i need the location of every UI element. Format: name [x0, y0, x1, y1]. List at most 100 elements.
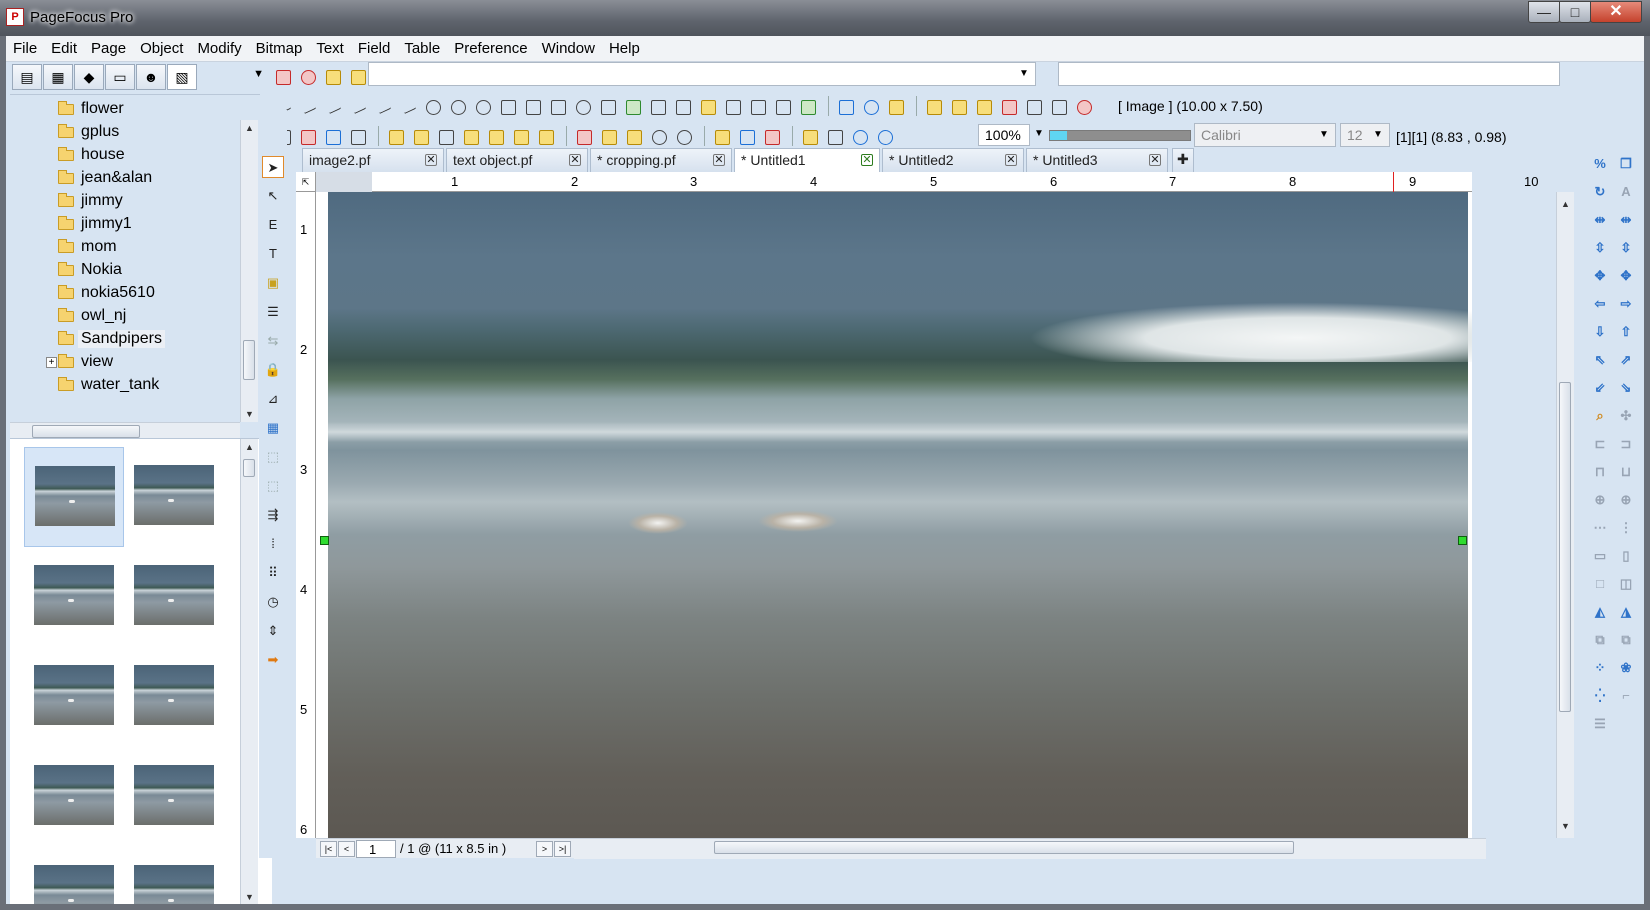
percent-icon[interactable]: %: [1590, 154, 1610, 174]
thumbnail[interactable]: [124, 747, 224, 847]
shape-icon[interactable]: ❀: [1616, 658, 1636, 678]
arrow-right-icon[interactable]: ➡: [262, 649, 284, 671]
barcode-icon[interactable]: [747, 96, 768, 117]
resize-handle-left[interactable]: [320, 536, 329, 545]
palette-icon[interactable]: [1073, 96, 1094, 117]
maximize-button[interactable]: □: [1559, 1, 1591, 23]
font-name-combobox[interactable]: Calibri ▼: [1194, 123, 1336, 147]
close-tab-icon[interactable]: ✕: [1149, 154, 1161, 166]
tab-image2[interactable]: image2.pf ✕: [302, 148, 444, 172]
edit-text-icon[interactable]: E: [262, 214, 284, 236]
menu-help[interactable]: Help: [602, 36, 647, 62]
thumbnail[interactable]: [124, 547, 224, 647]
scroll-up-icon[interactable]: ▲: [241, 120, 258, 136]
thumbnail[interactable]: [24, 547, 124, 647]
panel-tab-gem[interactable]: ◆: [74, 64, 104, 90]
path-combobox[interactable]: ▼: [368, 62, 1036, 86]
fill-icon[interactable]: [885, 96, 906, 117]
last-page-icon[interactable]: [535, 126, 556, 147]
flag-icon[interactable]: [711, 126, 732, 147]
scroll-up-icon[interactable]: ▲: [241, 439, 258, 455]
canvas-hscrollbar[interactable]: [574, 839, 1486, 859]
chevron-down-icon[interactable]: ▼: [1015, 65, 1033, 83]
menu-window[interactable]: Window: [535, 36, 602, 62]
field-tool-icon[interactable]: [672, 96, 693, 117]
tab-untitled3[interactable]: * Untitled3 ✕: [1026, 148, 1168, 172]
undo-icon[interactable]: [648, 126, 669, 147]
close-tab-icon[interactable]: ✕: [569, 154, 581, 166]
flip-h-icon[interactable]: ⇹: [1590, 210, 1610, 230]
favorite-icon[interactable]: [297, 66, 318, 87]
zoom-in-icon[interactable]: [849, 126, 870, 147]
tree-item[interactable]: owl_nj: [58, 304, 126, 328]
duplicate-icon[interactable]: ❐: [1616, 154, 1636, 174]
panel-menu-arrow[interactable]: ▼: [253, 68, 264, 80]
move-icon[interactable]: ✥: [1616, 266, 1636, 286]
thumbnail[interactable]: [24, 847, 124, 904]
panel-tab-grid[interactable]: ▦: [43, 64, 73, 90]
measure-icon[interactable]: ⊿: [262, 388, 284, 410]
node-icon[interactable]: ⁛: [1590, 686, 1610, 706]
flip-h2-icon[interactable]: ⇹: [1616, 210, 1636, 230]
tree-item-selected[interactable]: Sandpipers: [58, 327, 165, 351]
thumbnail[interactable]: [124, 447, 224, 547]
calculator-icon[interactable]: [722, 96, 743, 117]
polygon-tool-icon[interactable]: [497, 96, 518, 117]
import-icon[interactable]: [797, 96, 818, 117]
flip-v2-icon[interactable]: ⇳: [1616, 238, 1636, 258]
minimize-button[interactable]: —: [1528, 1, 1560, 23]
panel-tab-folder[interactable]: ▭: [105, 64, 135, 90]
tree-vscrollbar[interactable]: ▲ ▼: [240, 120, 258, 422]
new-tab-button[interactable]: ✚: [1172, 148, 1194, 172]
thumbnail[interactable]: [24, 647, 124, 747]
border-color-icon[interactable]: [998, 96, 1019, 117]
distribute-icon[interactable]: ⁞: [262, 533, 284, 555]
frame-icon[interactable]: [1048, 96, 1069, 117]
mirror-icon[interactable]: ◭: [1590, 602, 1610, 622]
scroll-thumb[interactable]: [1559, 382, 1571, 712]
scroll-down-icon[interactable]: ▼: [241, 406, 258, 422]
expand-icon[interactable]: ✥: [1590, 266, 1610, 286]
menu-object[interactable]: Object: [133, 36, 190, 62]
rounded-rect-tool-icon[interactable]: [547, 96, 568, 117]
scroll-up-icon[interactable]: ▲: [1557, 196, 1574, 212]
menu-page[interactable]: Page: [84, 36, 133, 62]
close-tab-icon[interactable]: ✕: [1005, 154, 1017, 166]
rectangle-tool-icon[interactable]: [522, 96, 543, 117]
thumbnail[interactable]: [124, 847, 224, 904]
shadow-icon[interactable]: [1023, 96, 1044, 117]
scroll-thumb[interactable]: [714, 841, 1294, 854]
find-object-icon[interactable]: ⌕: [1590, 406, 1610, 426]
prev-page-button[interactable]: <: [338, 841, 355, 857]
opacity-slider[interactable]: [1049, 130, 1191, 141]
tab-untitled2[interactable]: * Untitled2 ✕: [882, 148, 1024, 172]
document-canvas[interactable]: [316, 192, 1472, 838]
tree-item[interactable]: view: [58, 350, 113, 374]
arrow-ne-icon[interactable]: ⇗: [1616, 350, 1636, 370]
flip-v-icon[interactable]: ⇳: [1590, 238, 1610, 258]
open-folder-icon[interactable]: [347, 66, 368, 87]
polyline-tool-icon[interactable]: [372, 96, 393, 117]
table-tool-icon[interactable]: [597, 96, 618, 117]
grid-icon[interactable]: [772, 96, 793, 117]
arrow-nw-icon[interactable]: ⇖: [1590, 350, 1610, 370]
text-tool-icon[interactable]: T: [262, 243, 284, 265]
prev-page-icon[interactable]: [435, 126, 456, 147]
arrow-right-icon[interactable]: ⇨: [1616, 294, 1636, 314]
button-tool-icon[interactable]: [697, 96, 718, 117]
menu-text[interactable]: Text: [309, 36, 351, 62]
menu-field[interactable]: Field: [351, 36, 398, 62]
chevron-down-icon[interactable]: ▼: [1315, 126, 1333, 144]
menu-bitmap[interactable]: Bitmap: [249, 36, 310, 62]
html-icon[interactable]: [322, 126, 343, 147]
indent-icon[interactable]: ⇶: [262, 504, 284, 526]
menu-file[interactable]: File: [6, 36, 44, 62]
print-icon[interactable]: [347, 126, 368, 147]
first-page-icon[interactable]: [485, 126, 506, 147]
arrow-up-icon[interactable]: ⇧: [1616, 322, 1636, 342]
collapse-icon[interactable]: [510, 126, 531, 147]
ellipse-tool-icon[interactable]: [572, 96, 593, 117]
cut-icon[interactable]: [573, 126, 594, 147]
arrow-se-icon[interactable]: ⇘: [1616, 378, 1636, 398]
scroll-down-icon[interactable]: ▼: [1557, 818, 1574, 834]
